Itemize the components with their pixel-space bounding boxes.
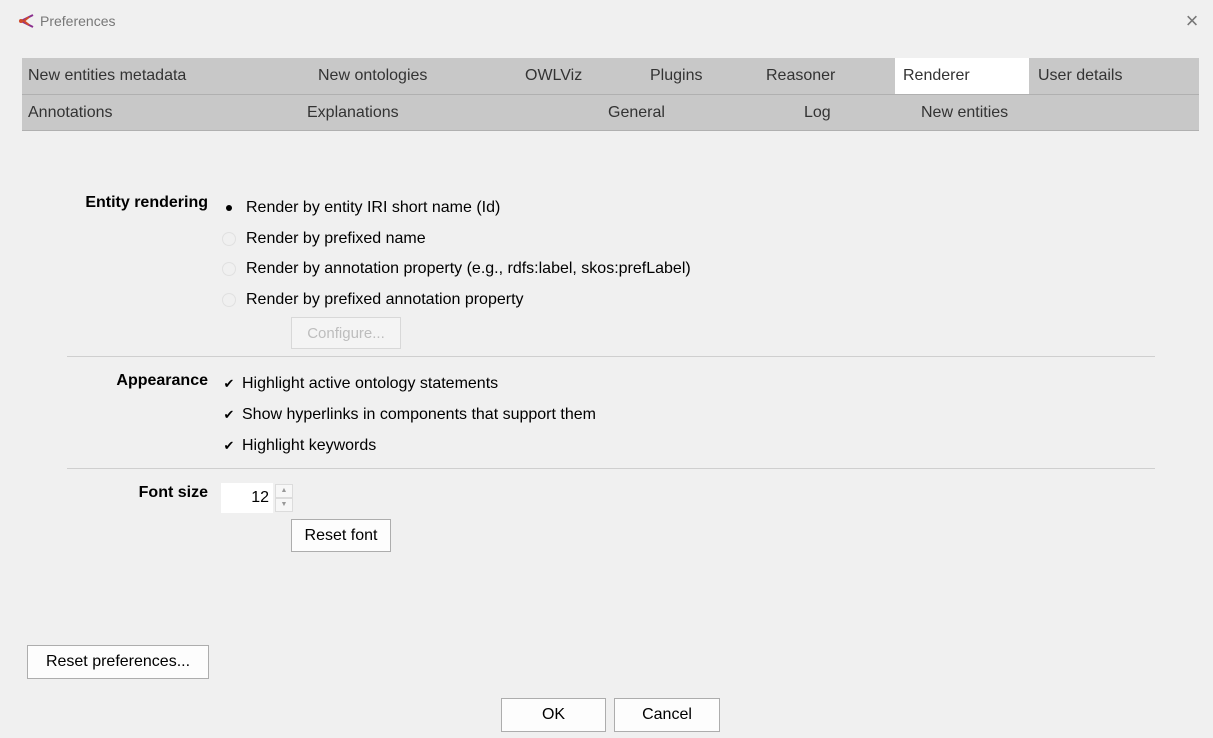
font-size-input[interactable]: 12: [221, 483, 273, 513]
radio-prefixed-annotation-property[interactable]: Render by prefixed annotation property: [222, 291, 524, 309]
tab-owlviz[interactable]: OWLViz: [525, 58, 582, 94]
radio-annotation-property[interactable]: Render by annotation property (e.g., rdf…: [222, 260, 691, 278]
tab-explanations[interactable]: Explanations: [307, 95, 399, 131]
window-title: Preferences: [40, 13, 116, 29]
tab-renderer[interactable]: Renderer: [895, 58, 1029, 94]
checkmark-icon: ✔: [223, 407, 235, 422]
tab-new-entities-metadata[interactable]: New entities metadata: [28, 58, 186, 94]
font-size-label: Font size: [138, 484, 208, 501]
radio-unselected-icon: [222, 262, 236, 276]
tab-log[interactable]: Log: [804, 95, 831, 131]
tab-new-ontologies[interactable]: New ontologies: [318, 58, 427, 94]
radio-unselected-icon: [222, 293, 236, 307]
close-icon[interactable]: ×: [1178, 6, 1206, 36]
tab-plugins[interactable]: Plugins: [650, 58, 702, 94]
tab-new-entities[interactable]: New entities: [921, 95, 1008, 131]
tab-row-2: Annotations Explanations General Log New…: [22, 95, 1199, 131]
radio-prefixed-name[interactable]: Render by prefixed name: [222, 230, 426, 248]
divider: [67, 356, 1155, 357]
check-show-hyperlinks[interactable]: ✔ Show hyperlinks in components that supp…: [222, 406, 596, 424]
divider: [67, 468, 1155, 469]
radio-unselected-icon: [222, 232, 236, 246]
reset-font-button[interactable]: Reset font: [291, 519, 391, 552]
title-bar: Preferences ×: [0, 0, 1213, 44]
check-highlight-keywords[interactable]: ✔ Highlight keywords: [222, 437, 377, 455]
font-size-spinner: 12 ▲ ▼: [221, 483, 295, 513]
protege-app-icon: [18, 14, 34, 28]
appearance-label: Appearance: [116, 372, 208, 389]
radio-entity-iri-short-name[interactable]: Render by entity IRI short name (Id): [222, 199, 500, 217]
spinner-down-icon[interactable]: ▼: [275, 498, 293, 512]
checkmark-icon: ✔: [223, 376, 235, 391]
configure-button[interactable]: Configure...: [291, 317, 401, 349]
tab-user-details[interactable]: User details: [1038, 58, 1122, 94]
radio-selected-icon: [222, 201, 236, 215]
ok-button[interactable]: OK: [501, 698, 606, 732]
entity-rendering-label: Entity rendering: [85, 194, 208, 211]
checkmark-icon: ✔: [223, 438, 235, 453]
cancel-button[interactable]: Cancel: [614, 698, 720, 732]
check-highlight-active-ontology[interactable]: ✔ Highlight active ontology statements: [222, 375, 499, 393]
tab-row-1: New entities metadata New ontologies OWL…: [22, 58, 1199, 95]
tab-reasoner[interactable]: Reasoner: [766, 58, 835, 94]
reset-preferences-button[interactable]: Reset preferences...: [27, 645, 209, 679]
tab-annotations[interactable]: Annotations: [28, 95, 113, 131]
tab-general[interactable]: General: [608, 95, 665, 131]
spinner-up-icon[interactable]: ▲: [275, 484, 293, 498]
